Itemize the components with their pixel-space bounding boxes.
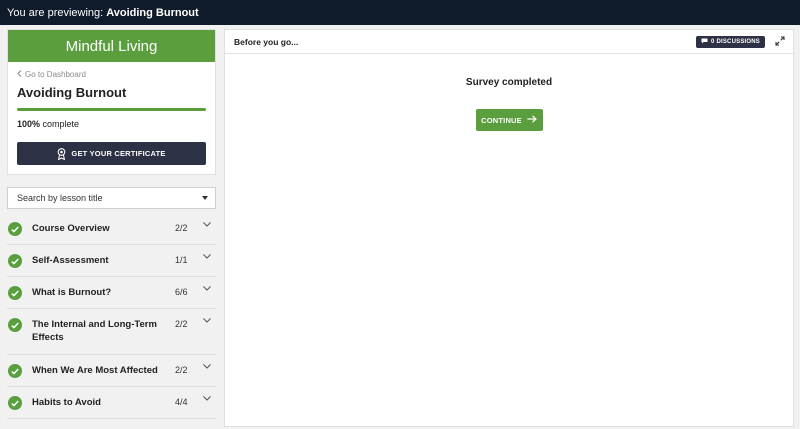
- lesson-item[interactable]: What is Burnout? 6/6: [7, 277, 216, 309]
- lesson-item-count: 4/4: [175, 397, 188, 407]
- course-title: Avoiding Burnout: [17, 85, 127, 100]
- brand-logo: Mindful Living: [8, 30, 215, 62]
- progress-text: 100% complete: [17, 119, 206, 129]
- lesson-item-count: 6/6: [175, 287, 188, 297]
- chevron-down-icon[interactable]: [201, 286, 213, 291]
- expand-icon[interactable]: [775, 33, 785, 51]
- lesson-item-title: Self-Assessment: [32, 255, 109, 266]
- chevron-left-icon: [17, 70, 22, 79]
- progress-bar: [17, 108, 206, 111]
- lesson-item[interactable]: Course Overview 2/2: [7, 213, 216, 245]
- discussions-button[interactable]: 0 DISCUSSIONS: [696, 35, 765, 48]
- caret-down-icon: [202, 196, 208, 200]
- arrow-right-icon: [527, 115, 537, 125]
- lesson-item-count: 2/2: [175, 365, 188, 375]
- course-card: Mindful Living Go to Dashboard Avoiding …: [7, 29, 216, 175]
- get-certificate-button[interactable]: GET YOUR CERTIFICATE: [17, 142, 206, 165]
- progress-percent: 100%: [17, 119, 41, 129]
- lesson-item-title: Course Overview: [32, 223, 110, 234]
- search-placeholder: Search by lesson title: [17, 193, 103, 203]
- check-circle-icon: [8, 396, 22, 410]
- lesson-item[interactable]: Habits to Avoid 4/4: [7, 387, 216, 419]
- lesson-item[interactable]: The Internal and Long-Term Effects 2/2: [7, 309, 216, 355]
- check-circle-icon: [8, 318, 22, 332]
- lesson-item-title: Habits to Avoid: [32, 397, 101, 408]
- lesson-item-count: 2/2: [175, 223, 188, 233]
- check-circle-icon: [8, 254, 22, 268]
- progress-suffix: complete: [42, 119, 80, 129]
- preview-prefix: You are previewing:: [7, 6, 104, 19]
- certificate-button-label: GET YOUR CERTIFICATE: [71, 149, 166, 158]
- dashboard-link[interactable]: Go to Dashboard: [17, 70, 206, 79]
- lesson-item-count: 2/2: [175, 319, 188, 329]
- award-icon: [57, 147, 66, 160]
- lesson-item[interactable]: Self-Assessment 1/1: [7, 245, 216, 277]
- lesson-search-select[interactable]: Search by lesson title: [7, 187, 216, 209]
- continue-label: CONTINUE: [481, 115, 522, 125]
- survey-status: Survey completed: [465, 77, 553, 88]
- chevron-down-icon[interactable]: [201, 318, 213, 323]
- chevron-down-icon[interactable]: [201, 222, 213, 227]
- continue-button[interactable]: CONTINUE: [475, 109, 543, 131]
- progress-fill: [17, 108, 206, 111]
- lesson-header: Before you go... 0 DISCUSSIONS: [225, 30, 793, 54]
- chevron-down-icon[interactable]: [201, 396, 213, 401]
- lesson-item-title: When We Are Most Affected: [32, 365, 158, 376]
- sidebar: Mindful Living Go to Dashboard Avoiding …: [7, 29, 216, 429]
- preview-course-title: Avoiding Burnout: [106, 6, 199, 19]
- lesson-item[interactable]: When We Are Most Affected 2/2: [7, 355, 216, 387]
- lesson-item-count: 1/1: [175, 255, 188, 265]
- chevron-down-icon[interactable]: [201, 364, 213, 369]
- discussions-label: 0 DISCUSSIONS: [711, 38, 760, 45]
- dashboard-link-label: Go to Dashboard: [25, 70, 86, 79]
- lesson-panel: Before you go... 0 DISCUSSIONS Survey co…: [224, 29, 794, 427]
- preview-bar: You are previewing: Avoiding Burnout: [0, 0, 800, 25]
- chat-icon: [701, 38, 708, 46]
- chevron-down-icon[interactable]: [201, 254, 213, 259]
- lesson-item-title: What is Burnout?: [32, 287, 112, 298]
- check-circle-icon: [8, 364, 22, 378]
- lesson-header-title: Before you go...: [234, 36, 299, 47]
- lesson-list: Course Overview 2/2 Self-Assessment 1/1 What…: [7, 213, 216, 419]
- lesson-item-title: The Internal and Long-Term Effects: [32, 319, 157, 343]
- check-circle-icon: [8, 286, 22, 300]
- check-circle-icon: [8, 222, 22, 236]
